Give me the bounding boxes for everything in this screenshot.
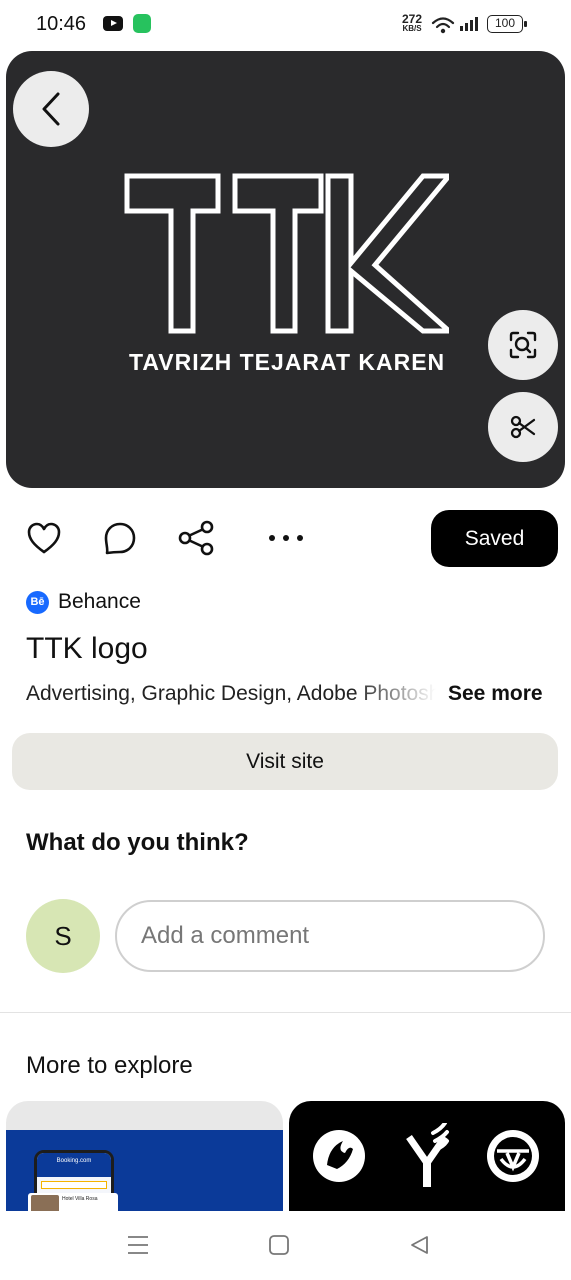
scissors-icon bbox=[510, 415, 536, 439]
comments-heading: What do you think? bbox=[26, 829, 249, 856]
network-speed-unit: KB/S bbox=[402, 24, 422, 33]
wifi-icon bbox=[431, 17, 455, 34]
behance-icon: Bē bbox=[26, 591, 49, 614]
avatar[interactable]: S bbox=[26, 899, 100, 973]
comment-button[interactable] bbox=[98, 516, 142, 560]
saved-button[interactable]: Saved bbox=[431, 510, 558, 567]
status-time: 10:46 bbox=[36, 13, 87, 35]
explore-card-logos[interactable] bbox=[289, 1101, 565, 1211]
see-more-link[interactable]: See more bbox=[448, 682, 543, 706]
app-notification-icon bbox=[133, 14, 151, 33]
home-button[interactable] bbox=[264, 1231, 294, 1259]
pin-image[interactable]: TAVRIZH TEJARAT KAREN bbox=[6, 51, 565, 488]
status-bar: 10:46 272 KB/S 100 bbox=[0, 0, 571, 50]
visit-site-button[interactable]: Visit site bbox=[12, 733, 558, 790]
comment-icon bbox=[104, 522, 136, 555]
network-speed: 272 KB/S bbox=[399, 12, 425, 34]
signal-icon bbox=[460, 17, 478, 31]
visual-search-icon bbox=[509, 331, 537, 359]
source-name[interactable]: Behance bbox=[58, 590, 141, 614]
menu-icon bbox=[128, 1236, 148, 1254]
back-button[interactable] bbox=[13, 71, 89, 147]
explore-heading: More to explore bbox=[26, 1052, 193, 1079]
pin-title: TTK logo bbox=[26, 632, 148, 665]
logo-caption: TAVRIZH TEJARAT KAREN bbox=[129, 349, 446, 375]
home-square-icon bbox=[269, 1235, 289, 1255]
brand-logos-image bbox=[313, 1123, 539, 1187]
system-nav-bar bbox=[0, 1211, 571, 1280]
share-button[interactable] bbox=[174, 516, 218, 560]
crop-button[interactable] bbox=[488, 392, 558, 462]
divider bbox=[0, 1012, 571, 1013]
phone-app-header: Booking.com bbox=[37, 1153, 111, 1177]
comment-input[interactable] bbox=[115, 900, 545, 972]
back-triangle-icon bbox=[411, 1236, 428, 1254]
like-button[interactable] bbox=[22, 516, 66, 560]
share-icon bbox=[178, 520, 214, 556]
hotel-card: Hotel Villa Rosa bbox=[28, 1193, 118, 1211]
heart-icon bbox=[27, 522, 61, 554]
youtube-icon bbox=[103, 16, 123, 31]
ttk-logo-mark bbox=[124, 173, 449, 334]
explore-card-booking[interactable]: Booking.com Hotel Villa Rosa bbox=[6, 1101, 283, 1211]
recent-apps-button[interactable] bbox=[123, 1231, 153, 1259]
phone-search-box bbox=[41, 1181, 107, 1189]
more-icon bbox=[269, 535, 303, 541]
network-speed-value: 272 bbox=[401, 12, 423, 26]
more-options-button[interactable] bbox=[264, 516, 308, 560]
visual-search-button[interactable] bbox=[488, 310, 558, 380]
pin-tags: Advertising, Graphic Design, Adobe Photo… bbox=[26, 682, 436, 705]
nav-back-button[interactable] bbox=[404, 1231, 434, 1259]
battery-icon: 100 bbox=[487, 15, 527, 33]
back-arrow-icon bbox=[42, 92, 60, 126]
